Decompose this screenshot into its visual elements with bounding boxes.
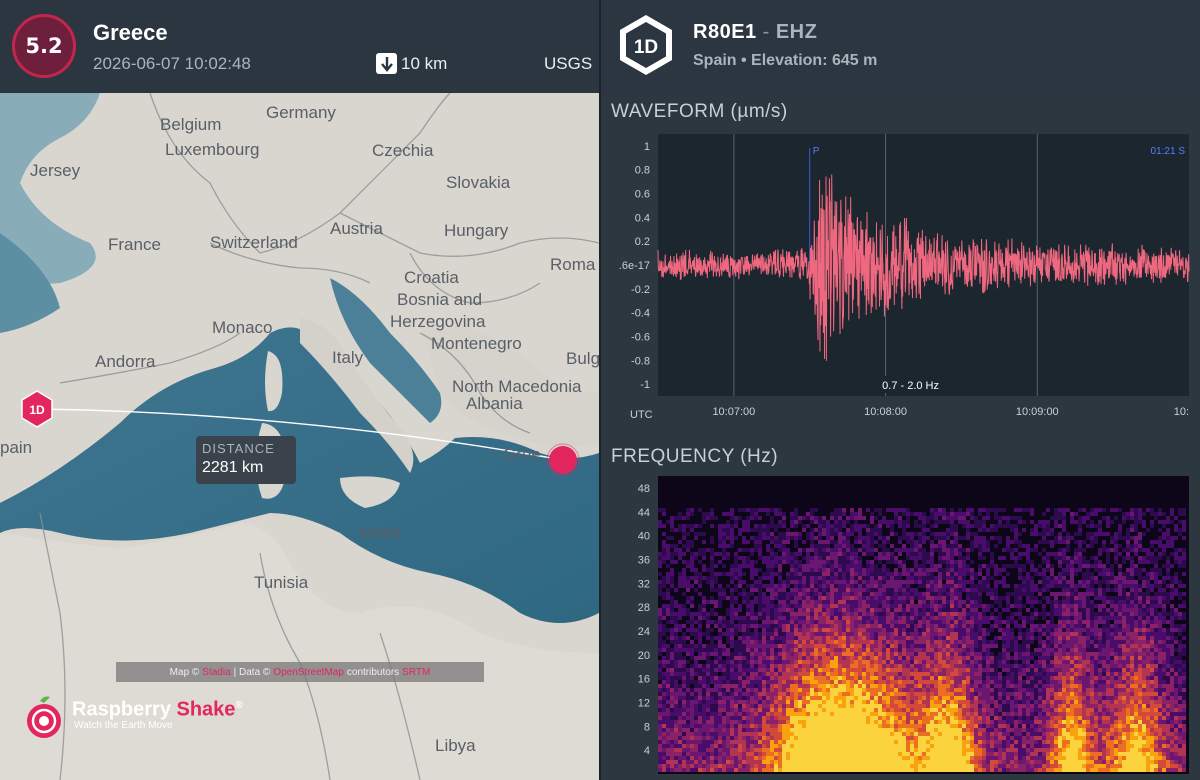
- station-subtitle: Spain • Elevation: 645 m: [693, 52, 878, 69]
- map-label-luxembourg: Luxembourg: [165, 140, 260, 159]
- y-tick-label: -1: [640, 379, 650, 391]
- map-label-gree: Gree: [503, 445, 541, 464]
- y-tick-label: -0.4: [631, 308, 650, 320]
- y-tick-label: 28: [638, 602, 650, 614]
- raspberry-logo-icon: [27, 696, 61, 738]
- y-tick-label: 16: [638, 674, 650, 686]
- event-title: Greece: [93, 20, 168, 45]
- map-label-belgium: Belgium: [160, 115, 222, 134]
- map-attribution: Map © Stadia | Data © OpenStreetMap cont…: [116, 662, 484, 682]
- y-tick-label: -0.2: [631, 284, 650, 296]
- x-tick-label: 10:09:00: [1016, 406, 1059, 418]
- map-label-switzerland: Switzerland: [210, 233, 298, 252]
- station-code: R80E1: [693, 21, 757, 43]
- distance-title: DISTANCE: [202, 441, 275, 456]
- station-hex-label: 1D: [634, 37, 658, 58]
- map-label-slovakia: Slovakia: [446, 173, 511, 192]
- y-tick-label: 0.4: [635, 212, 650, 224]
- map-label-austria: Austria: [330, 219, 383, 238]
- map-label-roma: Roma: [550, 255, 596, 274]
- map-label-pain: pain: [0, 438, 33, 457]
- station-channel: EHZ: [775, 21, 818, 43]
- attrib-contrib: contributors: [346, 666, 400, 678]
- map-label-hungary: Hungary: [444, 221, 509, 240]
- y-tick-label: 4: [644, 745, 650, 757]
- map-label-malta: Malta: [360, 523, 402, 542]
- x-tick-label: 10:07:00: [712, 406, 755, 418]
- attrib-srtm-link[interactable]: SRTM: [402, 667, 430, 678]
- brand-name: Raspberry: [72, 698, 171, 721]
- y-tick-label: 12: [638, 697, 650, 709]
- event-datetime: 2026-06-07 10:02:48: [93, 54, 251, 73]
- y-tick-label: 48: [638, 483, 650, 495]
- map-label-germany: Germany: [266, 103, 336, 122]
- y-tick-label: 40: [638, 531, 650, 543]
- map-label-herzegovina: Herzegovina: [390, 312, 486, 331]
- station-hexagon-icon: 1D: [618, 13, 674, 82]
- s-marker-label: 01:21 S: [1151, 146, 1186, 157]
- event-depth: 10 km: [376, 53, 447, 74]
- y-tick-label: .6e-17: [619, 260, 650, 272]
- map-label-croatia: Croatia: [404, 268, 459, 287]
- event-source: USGS: [544, 54, 593, 73]
- station-header: 1D R80E1- EHZ Spain • Elevation: 645 m: [601, 0, 1200, 93]
- p-marker-label: P: [813, 146, 820, 157]
- map-label-montenegro: Montenegro: [431, 334, 522, 353]
- brand-shake: Shake: [176, 698, 236, 721]
- brand-reg: ®: [235, 700, 243, 711]
- map-label-france: France: [108, 235, 161, 254]
- event-header: 5.2 Greece 2026-06-07 10:02:48 10 km USG…: [0, 0, 600, 93]
- station-title: R80E1- EHZ: [693, 21, 817, 44]
- attrib-osm-link[interactable]: OpenStreetMap: [273, 667, 344, 678]
- arrow-down-icon: [376, 53, 397, 74]
- station-separator: -: [762, 21, 770, 43]
- attrib-stadia-link[interactable]: Stadia: [202, 667, 230, 678]
- y-tick-label: 32: [638, 578, 650, 590]
- y-tick-label: 44: [638, 507, 650, 519]
- spectrogram-chart[interactable]: 4812162024283236404448: [608, 474, 1197, 776]
- map-label-czechia: Czechia: [372, 141, 434, 160]
- y-tick-label: 24: [638, 626, 650, 638]
- epicenter-icon[interactable]: [549, 446, 577, 474]
- map-label-bosnia-and: Bosnia and: [397, 290, 483, 309]
- y-tick-label: 20: [638, 650, 650, 662]
- distance-tooltip: DISTANCE 2281 km: [196, 436, 296, 484]
- panel-divider: [599, 0, 601, 780]
- station-marker-label: 1D: [29, 403, 45, 417]
- x-tick-label: 10:08:00: [864, 406, 907, 418]
- map-label-italy: Italy: [332, 348, 364, 367]
- y-tick-label: 0.6: [635, 189, 650, 201]
- frequency-title: FREQUENCY (Hz): [611, 446, 779, 467]
- raspberry-shake-logo[interactable]: Raspberry Shake®: [22, 695, 243, 741]
- map-label-monaco: Monaco: [212, 318, 273, 337]
- attrib-data: | Data ©: [233, 666, 271, 678]
- map-label-libya: Libya: [435, 736, 476, 755]
- y-tick-label: -0.8: [631, 355, 650, 367]
- map-label-jersey: Jersey: [30, 161, 81, 180]
- y-tick-label: 1: [644, 141, 650, 153]
- magnitude-badge: 5.2: [12, 14, 76, 78]
- y-tick-label: 0.8: [635, 165, 650, 177]
- map-panel[interactable]: 1D Germany Belgium Luxembourg Czechia Slovak…: [0, 93, 599, 780]
- map-label-andorra: Andorra: [95, 352, 156, 371]
- attrib-map: Map ©: [169, 666, 200, 678]
- filter-label: 0.7 - 2.0 Hz: [882, 380, 939, 392]
- y-tick-label: 8: [644, 721, 650, 733]
- y-tick-label: -0.6: [631, 331, 650, 343]
- brand-tagline: Watch the Earth Move: [74, 720, 173, 731]
- waveform-chart[interactable]: 1 0.8 0.6 0.4 0.2 .6e-17 -0.2 -0.4 -0.6 -0.8 -1 10:…: [608, 128, 1197, 428]
- y-tick-label: 36: [638, 554, 650, 566]
- utc-label: UTC: [630, 409, 653, 421]
- distance-value: 2281 km: [202, 459, 264, 476]
- depth-value: 10 km: [401, 53, 448, 73]
- x-tick-label: 10:: [1174, 406, 1189, 418]
- y-tick-label: 0.2: [635, 236, 650, 248]
- map-label-tunisia: Tunisia: [254, 573, 309, 592]
- waveform-title: WAVEFORM (µm/s): [611, 101, 788, 122]
- map-label-bulg: Bulg: [566, 349, 599, 368]
- map-label-albania: Albania: [466, 394, 523, 413]
